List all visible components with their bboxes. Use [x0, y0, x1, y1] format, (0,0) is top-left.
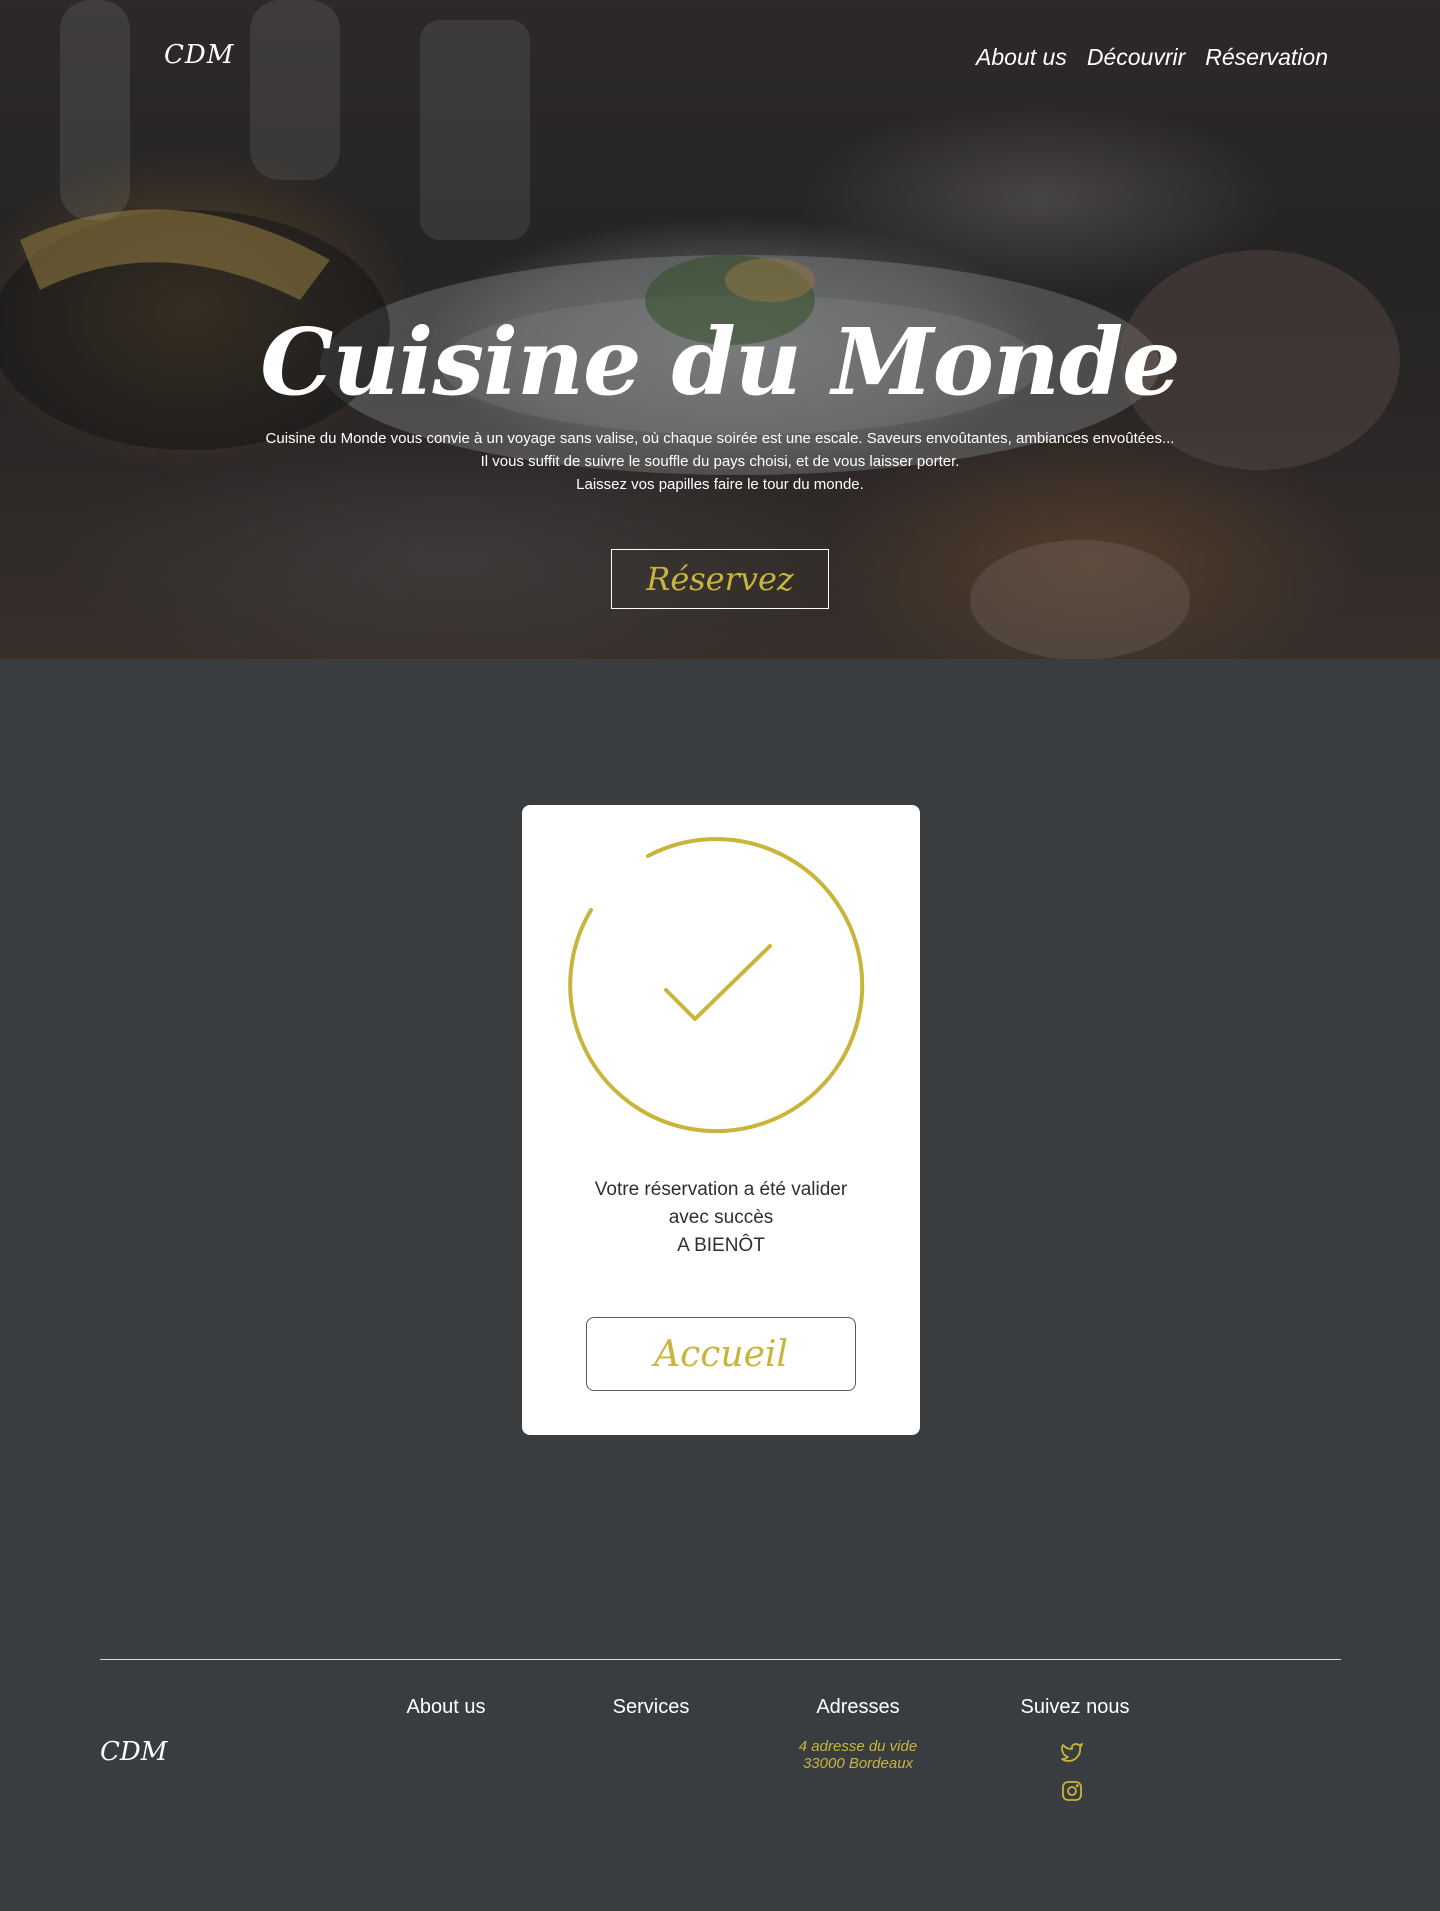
- footer-addresses-heading: Adresses: [816, 1696, 900, 1718]
- nav-decouvrir[interactable]: Découvrir: [1087, 44, 1185, 71]
- footer-follow-heading: Suivez nous: [1020, 1696, 1130, 1718]
- footer-address: 4 adresse du vide 33000 Bordeaux: [799, 1738, 917, 1772]
- hero-line-3: Laissez vos papilles faire le tour du mo…: [576, 476, 864, 493]
- nav-reservation[interactable]: Réservation: [1205, 44, 1328, 71]
- confirmation-line-3: A BIENÔT: [677, 1235, 765, 1256]
- confirmation-card: Votre réservation a été valider avec suc…: [522, 805, 920, 1435]
- instagram-icon[interactable]: [1059, 1778, 1085, 1804]
- confirmation-line-1: Votre réservation a été valider: [594, 1179, 848, 1200]
- confirmation-message: Votre réservation a été valider avec suc…: [522, 1176, 920, 1260]
- address-line-1: 4 adresse du vide: [798, 1738, 918, 1755]
- main-nav: About us Découvrir Réservation: [976, 44, 1328, 71]
- hero-description: Cuisine du Monde vous convie à un voyage…: [0, 427, 1440, 496]
- footer-about-us-link[interactable]: About us: [407, 1696, 486, 1719]
- footer-logo[interactable]: CDM: [100, 1737, 167, 1767]
- home-button[interactable]: Accueil: [586, 1317, 856, 1391]
- hero-title: Cuisine du Monde: [260, 308, 1180, 416]
- hero-line-2: Il vous suffit de suivre le souffle du p…: [480, 453, 960, 470]
- footer-services-link[interactable]: Services: [613, 1696, 690, 1719]
- hero-line-1: Cuisine du Monde vous convie à un voyage…: [265, 430, 1175, 447]
- check-circle-icon: [568, 837, 865, 1134]
- hero-banner: CDM About us Découvrir Réservation Cuisi…: [0, 0, 1440, 659]
- twitter-icon[interactable]: [1059, 1739, 1085, 1765]
- header-logo[interactable]: CDM: [164, 40, 234, 70]
- footer-divider: [100, 1659, 1341, 1660]
- nav-about-us[interactable]: About us: [976, 44, 1067, 71]
- address-line-2: 33000 Bordeaux: [802, 1755, 914, 1772]
- confirmation-line-2: avec succès: [668, 1207, 774, 1228]
- reserve-button[interactable]: Réservez: [611, 549, 829, 609]
